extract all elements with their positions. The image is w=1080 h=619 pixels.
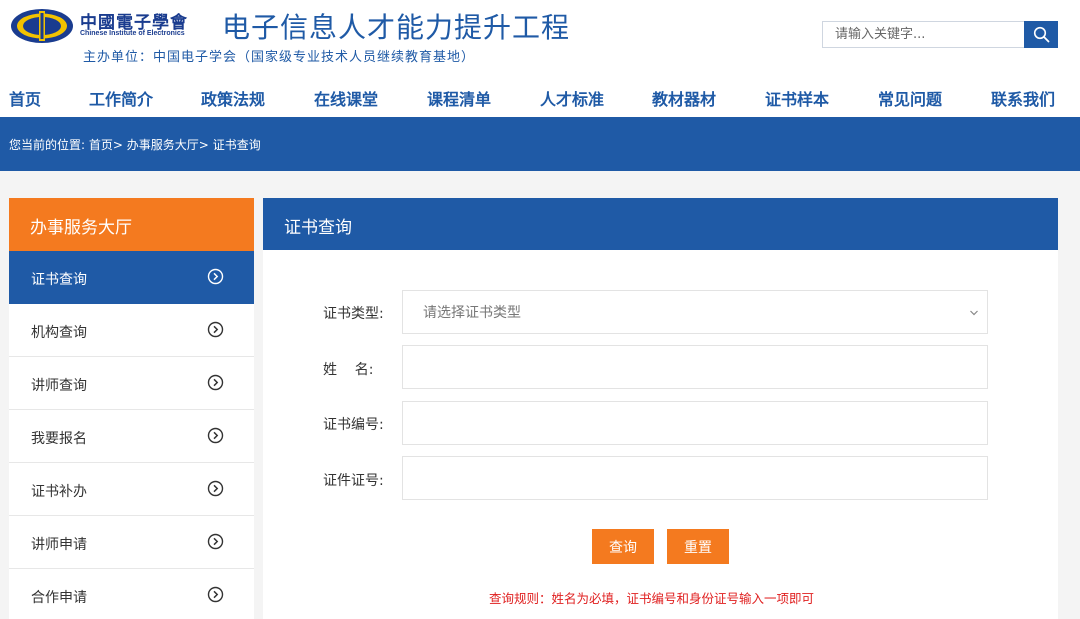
breadcrumb-service-hall[interactable]: 办事服务大厅 bbox=[127, 138, 199, 152]
sidebar-item-lecturer-query[interactable]: 讲师查询 bbox=[9, 357, 254, 410]
sidebar-item-label: 我要报名 bbox=[31, 431, 87, 447]
sidebar-item-label: 证书补办 bbox=[31, 484, 87, 500]
nav-materials[interactable]: 教材器材 bbox=[652, 86, 716, 110]
chevron-right-circle-icon bbox=[207, 268, 224, 285]
nav-policy[interactable]: 政策法规 bbox=[201, 86, 265, 110]
cert-type-select[interactable]: 请选择证书类型 bbox=[402, 290, 988, 334]
breadcrumb-separator: > bbox=[198, 138, 209, 152]
name-label: 姓 名: bbox=[323, 362, 374, 378]
sidebar: 办事服务大厅 证书查询 机构查询 讲师查询 我要报名 证书补办 讲师申请 合作申… bbox=[9, 198, 254, 619]
nav-online-class[interactable]: 在线课堂 bbox=[314, 86, 378, 110]
sidebar-item-label: 合作申请 bbox=[31, 590, 87, 606]
nav-about[interactable]: 工作简介 bbox=[89, 86, 153, 110]
nav-home[interactable]: 首页 bbox=[9, 86, 41, 110]
nav-certificate-sample[interactable]: 证书样本 bbox=[765, 86, 829, 110]
chevron-right-circle-icon bbox=[207, 533, 224, 550]
id-no-label: 证件证号: bbox=[323, 473, 384, 489]
sidebar-item-institution-query[interactable]: 机构查询 bbox=[9, 304, 254, 357]
query-rule-text: 查询规则：姓名为必填，证书编号和身份证号输入一项即可 bbox=[489, 591, 815, 606]
chevron-right-circle-icon bbox=[207, 427, 224, 444]
sidebar-item-label: 讲师申请 bbox=[31, 537, 87, 553]
sidebar-item-label: 机构查询 bbox=[31, 325, 87, 341]
breadcrumb-separator: > bbox=[112, 138, 123, 152]
breadcrumb-home[interactable]: 首页 bbox=[89, 138, 113, 152]
cert-type-selected-value: 请选择证书类型 bbox=[423, 305, 521, 321]
sidebar-item-cooperation-application[interactable]: 合作申请 bbox=[9, 569, 254, 619]
panel-title: 证书查询 bbox=[263, 198, 1058, 250]
cert-type-label: 证书类型: bbox=[323, 306, 384, 322]
search-button[interactable] bbox=[1024, 21, 1058, 48]
search-box bbox=[822, 21, 1058, 48]
nav-contact[interactable]: 联系我们 bbox=[991, 86, 1055, 110]
sidebar-item-register[interactable]: 我要报名 bbox=[9, 410, 254, 463]
breadcrumb-bar: 您当前的位置: 首页> 办事服务大厅> 证书查询 bbox=[0, 117, 1080, 171]
search-icon bbox=[1033, 26, 1049, 43]
cie-logo-icon[interactable] bbox=[10, 8, 74, 44]
main-nav: 首页 工作简介 政策法规 在线课堂 课程清单 人才标准 教材器材 证书样本 常见… bbox=[0, 82, 1080, 112]
nav-course-list[interactable]: 课程清单 bbox=[427, 86, 491, 110]
chevron-right-circle-icon bbox=[207, 480, 224, 497]
sidebar-item-certificate-query[interactable]: 证书查询 bbox=[9, 251, 254, 304]
name-field[interactable] bbox=[402, 345, 988, 389]
cert-no-field[interactable] bbox=[402, 401, 988, 445]
certificate-query-panel: 证书查询 证书类型: 请选择证书类型 姓 名: 证书编号: 证件证号: 查询 重… bbox=[263, 198, 1058, 619]
cert-no-label: 证书编号: bbox=[323, 417, 384, 433]
sidebar-item-label: 讲师查询 bbox=[31, 378, 87, 394]
sponsor-line: 主办单位：中国电子学会（国家级专业技术人员继续教育基地） bbox=[83, 50, 476, 65]
chevron-right-circle-icon bbox=[207, 374, 224, 391]
id-no-field[interactable] bbox=[402, 456, 988, 500]
nav-faq[interactable]: 常见问题 bbox=[878, 86, 942, 110]
chevron-down-icon bbox=[970, 310, 978, 316]
search-input[interactable] bbox=[822, 21, 1024, 48]
site-title[interactable]: 电子信息人才能力提升工程 bbox=[222, 6, 570, 46]
sidebar-item-label: 证书查询 bbox=[31, 272, 87, 288]
site-header: 中國電子學會 Chinese Institute of Electronics … bbox=[0, 0, 1080, 117]
org-name-en: Chinese Institute of Electronics bbox=[80, 30, 185, 37]
breadcrumb-prefix: 您当前的位置: bbox=[9, 138, 86, 152]
nav-talent-standard[interactable]: 人才标准 bbox=[540, 86, 604, 110]
chevron-right-circle-icon bbox=[207, 586, 224, 603]
chevron-right-circle-icon bbox=[207, 321, 224, 338]
query-button[interactable]: 查询 bbox=[592, 529, 654, 564]
sidebar-item-lecturer-application[interactable]: 讲师申请 bbox=[9, 516, 254, 569]
sidebar-item-certificate-reissue[interactable]: 证书补办 bbox=[9, 463, 254, 516]
breadcrumb: 您当前的位置: 首页> 办事服务大厅> 证书查询 bbox=[9, 136, 261, 153]
sidebar-title: 办事服务大厅 bbox=[9, 198, 254, 251]
breadcrumb-current: 证书查询 bbox=[212, 138, 261, 152]
reset-button[interactable]: 重置 bbox=[667, 529, 729, 564]
